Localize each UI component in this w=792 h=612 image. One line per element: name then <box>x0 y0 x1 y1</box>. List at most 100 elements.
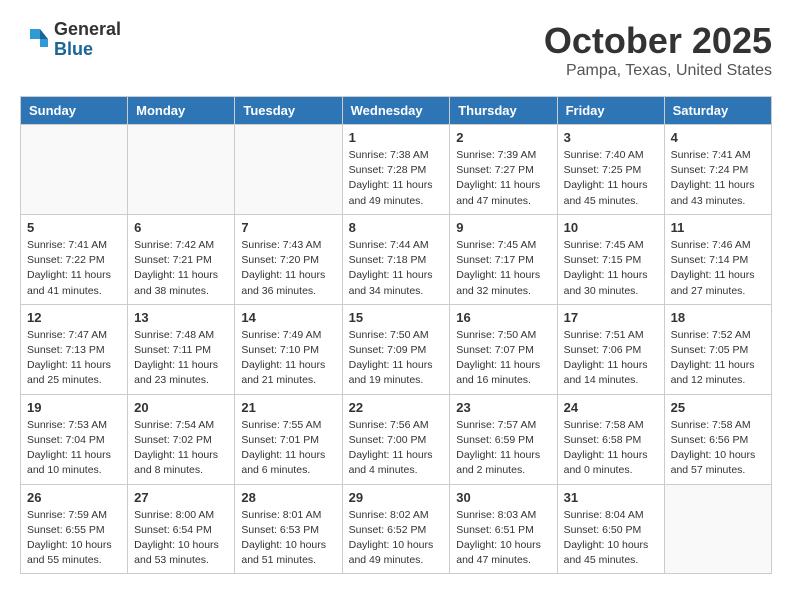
calendar-cell: 23 Sunrise: 7:57 AM Sunset: 6:59 PM Dayli… <box>450 394 557 484</box>
day-number: 3 <box>564 130 658 145</box>
weekday-header: Thursday <box>450 97 557 125</box>
calendar-cell: 21 Sunrise: 7:55 AM Sunset: 7:01 PM Dayli… <box>235 394 342 484</box>
day-number: 27 <box>134 490 228 505</box>
day-number: 2 <box>456 130 550 145</box>
calendar-cell: 26 Sunrise: 7:59 AM Sunset: 6:55 PM Dayli… <box>21 484 128 574</box>
calendar-cell: 2 Sunrise: 7:39 AM Sunset: 7:27 PM Daylig… <box>450 125 557 215</box>
calendar-week-row: 1 Sunrise: 7:38 AM Sunset: 7:28 PM Daylig… <box>21 125 772 215</box>
day-number: 29 <box>349 490 444 505</box>
calendar-week-row: 12 Sunrise: 7:47 AM Sunset: 7:13 PM Dayli… <box>21 304 772 394</box>
day-number: 15 <box>349 310 444 325</box>
day-info: Sunrise: 7:45 AM Sunset: 7:17 PM Dayligh… <box>456 238 550 299</box>
day-number: 5 <box>27 220 121 235</box>
day-number: 17 <box>564 310 658 325</box>
day-number: 6 <box>134 220 228 235</box>
calendar-week-row: 19 Sunrise: 7:53 AM Sunset: 7:04 PM Dayli… <box>21 394 772 484</box>
day-info: Sunrise: 7:59 AM Sunset: 6:55 PM Dayligh… <box>27 508 121 569</box>
day-info: Sunrise: 8:02 AM Sunset: 6:52 PM Dayligh… <box>349 508 444 569</box>
day-number: 4 <box>671 130 765 145</box>
calendar-cell: 8Sunrise: 7:44 AM Sunset: 7:18 PM Daylig… <box>342 214 450 304</box>
day-number: 14 <box>241 310 335 325</box>
day-number: 31 <box>564 490 658 505</box>
calendar-cell: 1 Sunrise: 7:38 AM Sunset: 7:28 PM Daylig… <box>342 125 450 215</box>
calendar-cell <box>235 125 342 215</box>
day-number: 23 <box>456 400 550 415</box>
calendar-cell: 11Sunrise: 7:46 AM Sunset: 7:14 PM Dayli… <box>664 214 771 304</box>
calendar-cell: 22Sunrise: 7:56 AM Sunset: 7:00 PM Dayli… <box>342 394 450 484</box>
day-info: Sunrise: 7:55 AM Sunset: 7:01 PM Dayligh… <box>241 418 335 479</box>
day-info: Sunrise: 7:51 AM Sunset: 7:06 PM Dayligh… <box>564 328 658 389</box>
day-info: Sunrise: 7:41 AM Sunset: 7:24 PM Dayligh… <box>671 148 765 209</box>
page-header: General Blue October 2025 Pampa, Texas, … <box>20 20 772 80</box>
calendar-cell: 5 Sunrise: 7:41 AM Sunset: 7:22 PM Daylig… <box>21 214 128 304</box>
calendar-cell: 13 Sunrise: 7:48 AM Sunset: 7:11 PM Dayli… <box>128 304 235 394</box>
calendar-cell: 27 Sunrise: 8:00 AM Sunset: 6:54 PM Dayli… <box>128 484 235 574</box>
day-info: Sunrise: 7:49 AM Sunset: 7:10 PM Dayligh… <box>241 328 335 389</box>
calendar-cell: 29 Sunrise: 8:02 AM Sunset: 6:52 PM Dayli… <box>342 484 450 574</box>
weekday-header: Friday <box>557 97 664 125</box>
day-number: 13 <box>134 310 228 325</box>
day-number: 28 <box>241 490 335 505</box>
day-info: Sunrise: 7:38 AM Sunset: 7:28 PM Dayligh… <box>349 148 444 209</box>
day-info: Sunrise: 7:57 AM Sunset: 6:59 PM Dayligh… <box>456 418 550 479</box>
location: Pampa, Texas, United States <box>544 62 772 80</box>
day-number: 18 <box>671 310 765 325</box>
calendar-cell: 25Sunrise: 7:58 AM Sunset: 6:56 PM Dayli… <box>664 394 771 484</box>
calendar-cell: 28Sunrise: 8:01 AM Sunset: 6:53 PM Dayli… <box>235 484 342 574</box>
calendar-cell: 3 Sunrise: 7:40 AM Sunset: 7:25 PM Daylig… <box>557 125 664 215</box>
calendar-cell: 20 Sunrise: 7:54 AM Sunset: 7:02 PM Dayli… <box>128 394 235 484</box>
day-info: Sunrise: 7:39 AM Sunset: 7:27 PM Dayligh… <box>456 148 550 209</box>
day-info: Sunrise: 7:53 AM Sunset: 7:04 PM Dayligh… <box>27 418 121 479</box>
weekday-header: Monday <box>128 97 235 125</box>
day-info: Sunrise: 7:52 AM Sunset: 7:05 PM Dayligh… <box>671 328 765 389</box>
day-number: 26 <box>27 490 121 505</box>
day-number: 25 <box>671 400 765 415</box>
calendar-cell: 18 Sunrise: 7:52 AM Sunset: 7:05 PM Dayli… <box>664 304 771 394</box>
day-number: 30 <box>456 490 550 505</box>
day-info: Sunrise: 7:47 AM Sunset: 7:13 PM Dayligh… <box>27 328 121 389</box>
day-info: Sunrise: 7:40 AM Sunset: 7:25 PM Dayligh… <box>564 148 658 209</box>
calendar-cell: 7Sunrise: 7:43 AM Sunset: 7:20 PM Daylig… <box>235 214 342 304</box>
day-info: Sunrise: 7:45 AM Sunset: 7:15 PM Dayligh… <box>564 238 658 299</box>
day-number: 19 <box>27 400 121 415</box>
day-number: 20 <box>134 400 228 415</box>
weekday-header: Sunday <box>21 97 128 125</box>
calendar-week-row: 26 Sunrise: 7:59 AM Sunset: 6:55 PM Dayli… <box>21 484 772 574</box>
day-info: Sunrise: 7:48 AM Sunset: 7:11 PM Dayligh… <box>134 328 228 389</box>
day-info: Sunrise: 7:56 AM Sunset: 7:00 PM Dayligh… <box>349 418 444 479</box>
calendar-cell: 9 Sunrise: 7:45 AM Sunset: 7:17 PM Daylig… <box>450 214 557 304</box>
day-info: Sunrise: 7:50 AM Sunset: 7:09 PM Dayligh… <box>349 328 444 389</box>
weekday-header-row: SundayMondayTuesdayWednesdayThursdayFrid… <box>21 97 772 125</box>
day-number: 10 <box>564 220 658 235</box>
calendar-cell: 24 Sunrise: 7:58 AM Sunset: 6:58 PM Dayli… <box>557 394 664 484</box>
day-info: Sunrise: 7:46 AM Sunset: 7:14 PM Dayligh… <box>671 238 765 299</box>
calendar-cell: 19 Sunrise: 7:53 AM Sunset: 7:04 PM Dayli… <box>21 394 128 484</box>
day-info: Sunrise: 7:54 AM Sunset: 7:02 PM Dayligh… <box>134 418 228 479</box>
day-info: Sunrise: 8:03 AM Sunset: 6:51 PM Dayligh… <box>456 508 550 569</box>
day-info: Sunrise: 8:04 AM Sunset: 6:50 PM Dayligh… <box>564 508 658 569</box>
day-info: Sunrise: 7:50 AM Sunset: 7:07 PM Dayligh… <box>456 328 550 389</box>
calendar-cell <box>21 125 128 215</box>
day-info: Sunrise: 7:41 AM Sunset: 7:22 PM Dayligh… <box>27 238 121 299</box>
logo-general: General <box>54 20 121 40</box>
weekday-header: Saturday <box>664 97 771 125</box>
day-number: 9 <box>456 220 550 235</box>
calendar-cell: 6Sunrise: 7:42 AM Sunset: 7:21 PM Daylig… <box>128 214 235 304</box>
weekday-header: Tuesday <box>235 97 342 125</box>
day-number: 1 <box>349 130 444 145</box>
day-number: 7 <box>241 220 335 235</box>
calendar-cell <box>128 125 235 215</box>
calendar-cell: 15 Sunrise: 7:50 AM Sunset: 7:09 PM Dayli… <box>342 304 450 394</box>
day-number: 16 <box>456 310 550 325</box>
day-number: 21 <box>241 400 335 415</box>
day-number: 24 <box>564 400 658 415</box>
calendar-cell: 14 Sunrise: 7:49 AM Sunset: 7:10 PM Dayli… <box>235 304 342 394</box>
day-info: Sunrise: 8:00 AM Sunset: 6:54 PM Dayligh… <box>134 508 228 569</box>
calendar-cell <box>664 484 771 574</box>
day-number: 12 <box>27 310 121 325</box>
day-info: Sunrise: 7:58 AM Sunset: 6:58 PM Dayligh… <box>564 418 658 479</box>
calendar-cell: 31 Sunrise: 8:04 AM Sunset: 6:50 PM Dayli… <box>557 484 664 574</box>
day-info: Sunrise: 7:44 AM Sunset: 7:18 PM Dayligh… <box>349 238 444 299</box>
calendar: SundayMondayTuesdayWednesdayThursdayFrid… <box>20 96 772 574</box>
calendar-cell: 4 Sunrise: 7:41 AM Sunset: 7:24 PM Daylig… <box>664 125 771 215</box>
